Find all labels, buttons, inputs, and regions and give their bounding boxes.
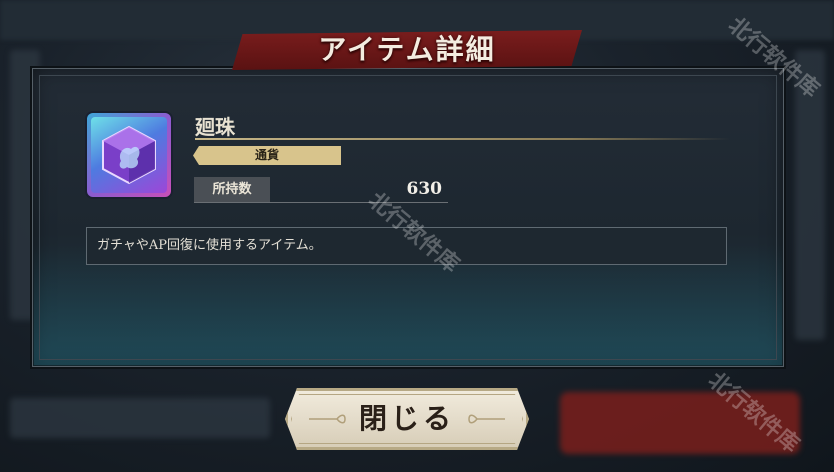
gem-cube-icon bbox=[102, 125, 156, 185]
quantity-divider bbox=[194, 202, 448, 203]
quantity-label: 所持数 bbox=[194, 177, 270, 202]
item-name: 廻珠 bbox=[195, 115, 235, 139]
background-panel-bottom bbox=[10, 398, 270, 438]
dialog-title: アイテム詳細 bbox=[318, 33, 496, 66]
item-icon-gem bbox=[87, 113, 171, 197]
right-ornament-icon bbox=[467, 413, 507, 425]
item-name-divider bbox=[195, 138, 730, 140]
item-description: ガチャやAP回復に使用するアイテム。 bbox=[97, 238, 322, 253]
close-button[interactable]: 閉じる bbox=[285, 388, 529, 450]
item-category-tag: 通貨 bbox=[193, 146, 341, 165]
